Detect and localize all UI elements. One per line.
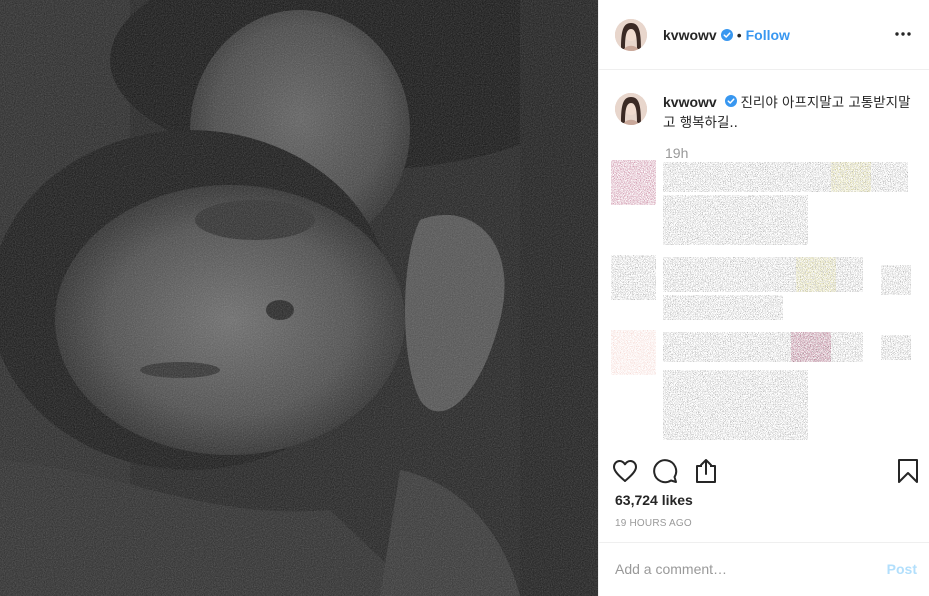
- caption: kvwowv 진리야 아프지말고 고통받지말고 행복하길..: [615, 93, 915, 133]
- action-bar: [599, 456, 929, 488]
- post-photo[interactable]: [0, 0, 598, 596]
- avatar-image: [615, 93, 647, 125]
- caption-time[interactable]: 19h: [665, 145, 688, 161]
- verified-badge-icon: [724, 95, 737, 107]
- caption-username[interactable]: kvwowv: [663, 94, 717, 110]
- comment-bubble-icon[interactable]: [650, 456, 680, 486]
- caption-body: kvwowv 진리야 아프지말고 고통받지말고 행복하길..: [663, 93, 913, 133]
- post-comment-button[interactable]: Post: [887, 561, 917, 577]
- more-options-icon[interactable]: [891, 22, 915, 46]
- bookmark-icon[interactable]: [893, 456, 923, 486]
- share-icon[interactable]: [691, 456, 721, 486]
- username[interactable]: kvwowv: [663, 27, 717, 43]
- heart-icon[interactable]: [610, 456, 640, 486]
- instagram-post: kvwowv • Follow kvwowv 진리야 아프지말고 고통받지말고 …: [0, 0, 929, 596]
- verified-badge-icon: [720, 28, 733, 41]
- avatar[interactable]: [615, 18, 647, 51]
- post-sidebar: kvwowv • Follow kvwowv 진리야 아프지말고 고통받지말고 …: [598, 0, 929, 596]
- divider: [599, 542, 929, 543]
- caption-avatar[interactable]: [615, 93, 647, 125]
- likes-count[interactable]: 63,724 likes: [615, 492, 693, 508]
- photo-image: [0, 0, 598, 596]
- pixelated-comments: [611, 160, 911, 440]
- follow-button[interactable]: Follow: [746, 27, 790, 43]
- separator-dot: •: [736, 26, 742, 43]
- post-age[interactable]: 19 HOURS AGO: [615, 518, 692, 529]
- post-header: kvwowv • Follow: [599, 0, 929, 70]
- avatar-image: [615, 18, 647, 51]
- comment-input[interactable]: [615, 560, 865, 578]
- comments-area-blurred: [611, 160, 916, 450]
